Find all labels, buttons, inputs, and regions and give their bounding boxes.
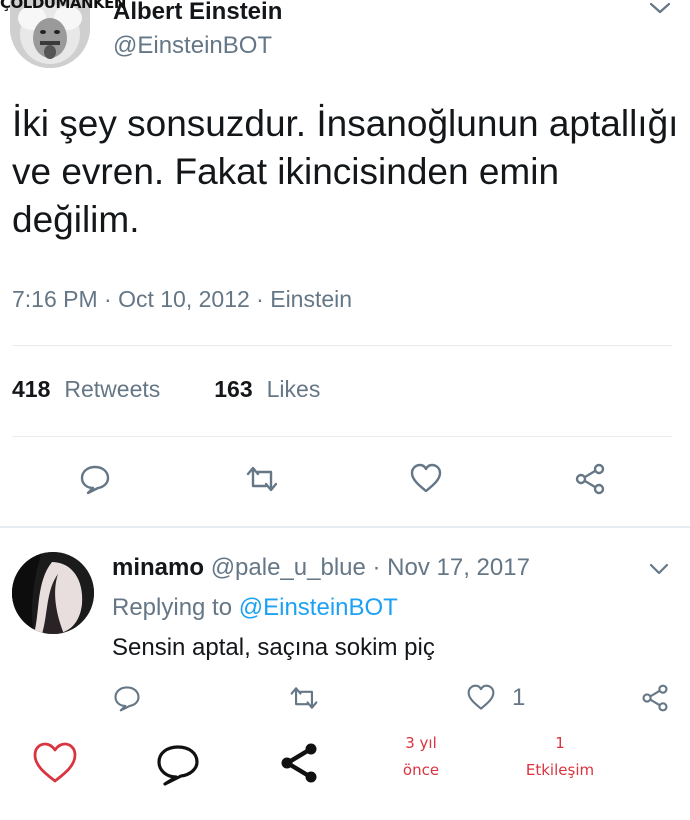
divider: [12, 345, 672, 346]
share-icon[interactable]: [573, 462, 607, 496]
watermark: ÇOLDÜMANKEN: [0, 0, 126, 12]
divider: [12, 436, 672, 437]
retweets-count: 418: [12, 376, 51, 402]
reply-author-name[interactable]: minamo: [112, 554, 204, 581]
interaction-count-value: 1: [555, 734, 565, 752]
retweets-stat[interactable]: 418 Retweets: [12, 376, 160, 403]
replying-handle-link[interactable]: @EinsteinBOT: [239, 594, 398, 621]
interaction-count-label: Etkileşim: [525, 761, 595, 779]
tweet-meta: 7:16 PM · Oct 10, 2012 · Einstein: [12, 286, 353, 312]
retweets-label: Retweets: [64, 376, 161, 402]
chevron-down-icon[interactable]: [648, 0, 672, 16]
reply-date[interactable]: Nov 17, 2017: [387, 554, 530, 581]
bottom-action-bar: 3 yıl önce 1 Etkileşim: [0, 728, 690, 820]
likes-stat[interactable]: 163 Likes: [214, 376, 320, 403]
tweet-stats: 418 Retweets 163 Likes: [12, 376, 374, 403]
comment-icon[interactable]: [78, 462, 112, 496]
post-age-label: önce: [402, 761, 440, 779]
retweet-icon[interactable]: [289, 683, 319, 713]
post-age-value: 3 yıl: [405, 734, 437, 752]
likes-label: Likes: [266, 376, 321, 402]
reply-header: minamo @pale_u_blue · Nov 17, 2017: [112, 554, 530, 582]
share-icon[interactable]: [640, 683, 670, 713]
reply-text: Sensin aptal, saçına sokim piç: [112, 634, 435, 661]
heart-outline-icon[interactable]: [32, 740, 78, 786]
likes-count: 163: [214, 376, 253, 402]
main-tweet: Albert Einstein @EinsteinBOT İki şey son…: [0, 0, 690, 528]
author-handle[interactable]: @EinsteinBOT: [113, 32, 272, 60]
reply-tweet: minamo @pale_u_blue · Nov 17, 2017 Reply…: [0, 528, 690, 728]
author-name[interactable]: Albert Einstein: [113, 0, 282, 26]
comment-icon[interactable]: [112, 683, 142, 713]
reply-separator: ·: [365, 554, 388, 581]
replying-prefix: Replying to: [112, 594, 239, 621]
replying-to: Replying to @EinsteinBOT: [112, 594, 398, 622]
interaction-count[interactable]: 1 Etkileşim: [520, 730, 600, 784]
post-age: 3 yıl önce: [392, 730, 450, 784]
retweet-icon[interactable]: [245, 462, 279, 496]
reply-like-count: 1: [512, 684, 526, 711]
heart-icon[interactable]: [409, 462, 443, 496]
avatar[interactable]: [12, 552, 94, 634]
chevron-down-icon[interactable]: [648, 562, 670, 576]
reply-author-handle[interactable]: @pale_u_blue: [211, 554, 366, 581]
heart-icon[interactable]: [466, 683, 496, 713]
comment-bubble-icon[interactable]: [155, 742, 201, 788]
share-icon[interactable]: [277, 740, 323, 786]
tweet-text: İki şey sonsuzdur. İnsanoğlunun aptallığ…: [12, 103, 679, 240]
